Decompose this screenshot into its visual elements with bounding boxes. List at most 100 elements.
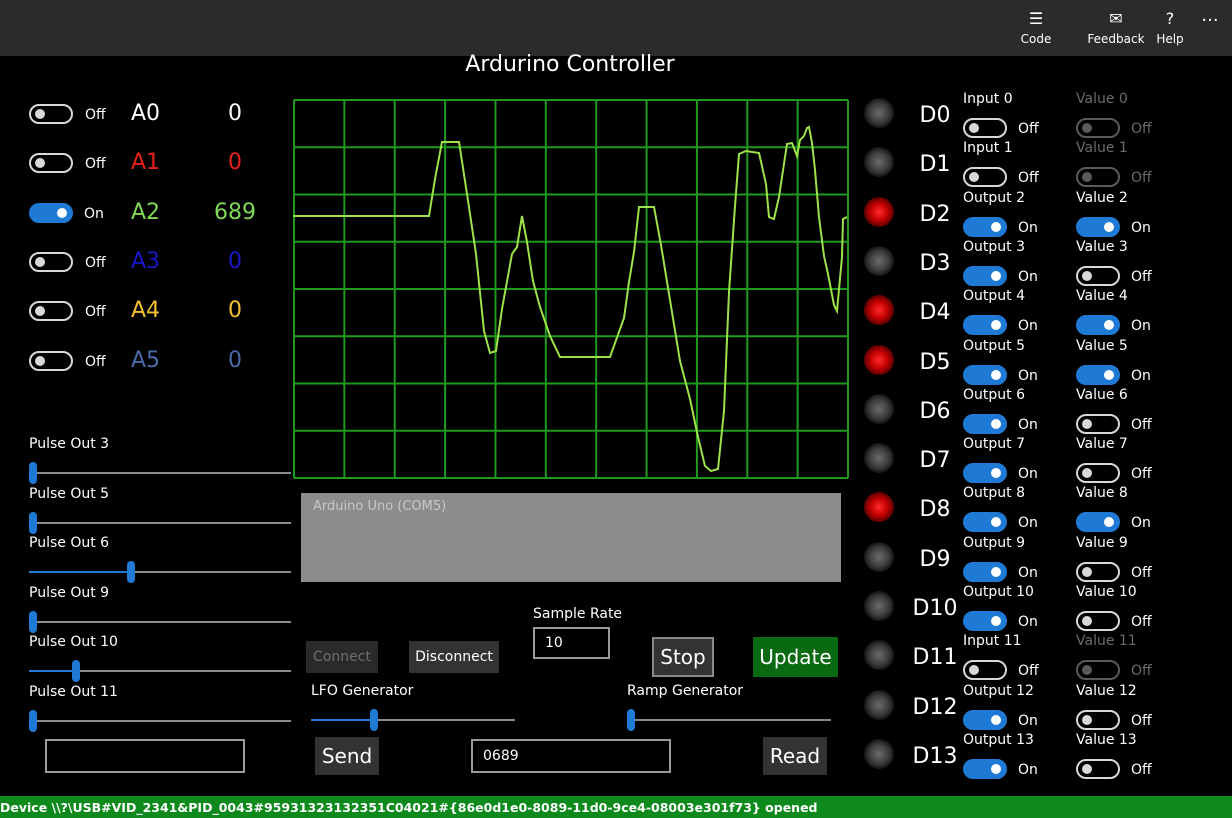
pulse-out-label: Pulse Out 5 xyxy=(29,485,110,502)
update-button[interactable]: Update xyxy=(753,637,838,677)
pin-value-toggle-d9[interactable] xyxy=(1076,561,1120,582)
pin-value-toggle-d12[interactable] xyxy=(1076,709,1120,730)
digital-pin-name: D9 xyxy=(919,546,951,572)
ramp-slider-thumb[interactable] xyxy=(627,709,635,731)
pin-mode-toggle-d7[interactable] xyxy=(963,463,1007,484)
analog-channel-value: 0 xyxy=(228,298,242,324)
disconnect-button[interactable]: Disconnect xyxy=(409,641,499,673)
pin-value-toggle-d10[interactable] xyxy=(1076,611,1120,631)
pin-mode-toggle-d3[interactable] xyxy=(963,265,1007,286)
led-indicator-d7 xyxy=(864,443,894,474)
pin-value-toggle-label: On xyxy=(1131,367,1151,384)
ramp-slider[interactable] xyxy=(627,709,831,731)
analog-toggle-label: Off xyxy=(85,353,106,370)
pulse-out-slider[interactable] xyxy=(29,511,291,534)
read-input[interactable]: 0689 xyxy=(471,739,671,773)
pin-mode-toggle-d8[interactable] xyxy=(963,512,1007,533)
toggle-knob xyxy=(35,109,45,119)
sample-rate-input[interactable]: 10 xyxy=(533,627,610,659)
pulse-out-slider[interactable] xyxy=(29,610,291,633)
analog-toggle-a3[interactable] xyxy=(29,251,73,272)
pin-mode-label: Output 10 xyxy=(963,584,1034,600)
pin-value-label: Value 11 xyxy=(1076,633,1137,650)
pin-mode-toggle-d1[interactable] xyxy=(963,167,1007,188)
pin-value-label: Value 8 xyxy=(1076,485,1128,502)
pulse-out-slider[interactable] xyxy=(29,660,291,682)
analog-toggle-a1[interactable] xyxy=(29,153,73,174)
help-button[interactable]: ? Help xyxy=(1152,0,1188,56)
toggle-knob xyxy=(991,221,1001,232)
pulse-out-slider-thumb[interactable] xyxy=(29,610,37,633)
pin-mode-toggle-d2[interactable] xyxy=(963,216,1007,237)
lfo-label: LFO Generator xyxy=(311,683,414,699)
digital-pin-name: D8 xyxy=(919,497,951,523)
digital-pin-name: D10 xyxy=(912,596,958,621)
digital-pin-name: D13 xyxy=(912,743,958,769)
pin-value-toggle-d4[interactable] xyxy=(1076,315,1120,336)
analog-toggle-a5[interactable] xyxy=(29,350,73,371)
led-indicator-d8 xyxy=(864,492,894,523)
send-button[interactable]: Send xyxy=(315,737,379,775)
led-indicator-d1 xyxy=(864,147,894,178)
pin-mode-toggle-d11[interactable] xyxy=(963,660,1007,681)
pin-mode-toggle-d0[interactable] xyxy=(963,118,1007,138)
toggle-knob xyxy=(1104,320,1114,331)
pin-value-toggle-d11[interactable] xyxy=(1076,660,1120,681)
pin-value-label: Value 6 xyxy=(1076,386,1128,403)
pin-value-toggle-d8[interactable] xyxy=(1076,512,1120,533)
pin-value-toggle-d0[interactable] xyxy=(1076,118,1120,138)
pulse-out-slider-thumb[interactable] xyxy=(72,660,81,682)
led-indicator-d6 xyxy=(864,393,894,424)
send-input[interactable] xyxy=(45,739,245,773)
pin-mode-toggle-d9[interactable] xyxy=(963,561,1007,582)
more-button[interactable]: ··· xyxy=(1192,0,1228,48)
read-button[interactable]: Read xyxy=(763,737,827,775)
pin-value-toggle-d1[interactable] xyxy=(1076,167,1120,188)
analog-toggle-a0[interactable] xyxy=(29,104,73,124)
pin-mode-toggle-d4[interactable] xyxy=(963,315,1007,336)
pin-mode-toggle-label: On xyxy=(1018,268,1038,285)
analog-toggle-label: Off xyxy=(85,156,106,173)
pin-mode-toggle-label: On xyxy=(1018,564,1038,581)
pin-mode-toggle-label: On xyxy=(1018,761,1038,778)
analog-toggle-a2[interactable] xyxy=(29,202,73,223)
stop-button[interactable]: Stop xyxy=(652,637,714,677)
pin-value-label: Value 9 xyxy=(1076,534,1128,551)
toggle-knob xyxy=(1082,616,1092,626)
pulse-out-slider[interactable] xyxy=(29,709,291,732)
feedback-button[interactable]: ✉ Feedback xyxy=(1086,0,1146,56)
lfo-slider-thumb[interactable] xyxy=(370,709,379,731)
pin-value-toggle-d7[interactable] xyxy=(1076,463,1120,484)
status-bar: Device \\?\USB#VID_2341&PID_0043#9593132… xyxy=(0,796,1232,818)
toggle-knob xyxy=(969,172,979,183)
pin-mode-toggle-d10[interactable] xyxy=(963,611,1007,631)
pin-value-toggle-d5[interactable] xyxy=(1076,364,1120,385)
pin-value-toggle-label: On xyxy=(1131,515,1151,532)
pin-value-toggle-d3[interactable] xyxy=(1076,265,1120,286)
connect-button[interactable]: Connect xyxy=(306,641,378,673)
pin-mode-toggle-d5[interactable] xyxy=(963,364,1007,385)
pin-value-toggle-label: Off xyxy=(1131,564,1152,581)
pulse-out-slider[interactable] xyxy=(29,462,291,484)
pulse-out-slider-thumb[interactable] xyxy=(29,511,37,534)
toggle-knob xyxy=(1082,566,1092,577)
help-label: Help xyxy=(1156,32,1184,46)
pin-value-toggle-d6[interactable] xyxy=(1076,413,1120,434)
pin-mode-toggle-label: On xyxy=(1018,515,1038,532)
toggle-knob xyxy=(57,207,67,218)
pulse-out-slider[interactable] xyxy=(29,561,291,583)
pin-mode-toggle-d13[interactable] xyxy=(963,758,1007,779)
analog-channel-value: 0 xyxy=(228,101,242,126)
analog-toggle-a4[interactable] xyxy=(29,301,73,322)
output-textarea[interactable]: Arduino Uno (COM5) xyxy=(301,493,841,582)
lfo-slider[interactable] xyxy=(311,709,515,731)
pin-mode-toggle-d6[interactable] xyxy=(963,413,1007,434)
pulse-out-slider-thumb[interactable] xyxy=(29,462,37,484)
pin-value-toggle-d13[interactable] xyxy=(1076,758,1120,779)
pin-value-toggle-d2[interactable] xyxy=(1076,216,1120,237)
pulse-out-slider-thumb[interactable] xyxy=(29,709,37,732)
pulse-out-slider-thumb[interactable] xyxy=(127,561,136,583)
more-icon: ··· xyxy=(1201,9,1219,31)
pin-mode-toggle-d12[interactable] xyxy=(963,709,1007,730)
code-button[interactable]: ☰ Code xyxy=(1012,0,1060,56)
